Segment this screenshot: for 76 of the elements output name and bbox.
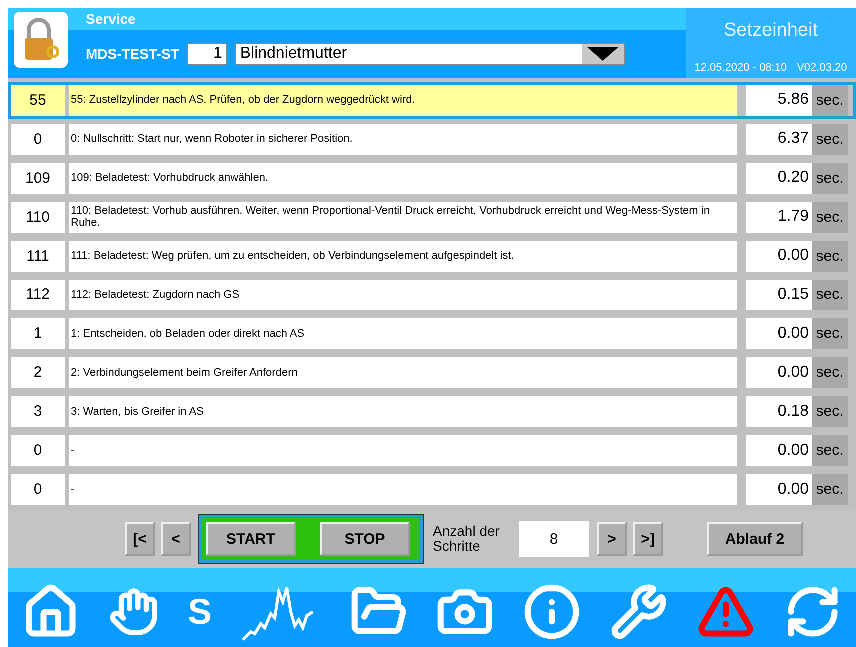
lock-key-icon bbox=[14, 12, 68, 68]
step-description: 0: Nullschritt: Start nur, wenn Roboter in sicherer Position. bbox=[69, 124, 737, 155]
sequence-button[interactable]: Ablauf 2 bbox=[707, 522, 803, 556]
step-time: 0.00 bbox=[746, 240, 812, 272]
step-description: 112: Beladetest: Zugdorn nach GS bbox=[69, 280, 737, 310]
step-number: 112 bbox=[11, 280, 65, 310]
hand-icon[interactable] bbox=[109, 586, 160, 636]
time-unit: sec. bbox=[812, 280, 848, 310]
step-number: 0 bbox=[11, 124, 65, 155]
time-unit: sec. bbox=[812, 318, 848, 350]
step-description: - bbox=[69, 435, 737, 466]
step-description: 55: Zustellzylinder nach AS. Prüfen, ob der Zugdorn weggedrückt wird. bbox=[69, 85, 737, 116]
time-unit: sec. bbox=[812, 85, 848, 116]
stop-button[interactable]: STOP bbox=[320, 522, 410, 556]
next-step-button[interactable]: > bbox=[597, 522, 627, 556]
step-row[interactable]: 0 - 0.00 sec. bbox=[8, 432, 856, 470]
time-unit: sec. bbox=[812, 240, 848, 272]
dropdown-arrow-icon bbox=[587, 47, 620, 61]
previous-step-button[interactable]: < bbox=[161, 522, 191, 556]
step-description: 110: Beladetest: Vorhub ausführen. Weiter, wenn Proportional-Ventil Druck erreicht, Vorhubdruck erreicht und Weg-Mess-System in Ruhe. bbox=[69, 202, 737, 233]
first-step-button[interactable]: [< bbox=[125, 522, 155, 556]
unit-title: Setzeinheit bbox=[724, 20, 818, 42]
version: V02.03.20 bbox=[797, 62, 848, 74]
step-number: 55 bbox=[11, 85, 65, 116]
step-description: - bbox=[69, 474, 737, 505]
last-step-button[interactable]: >] bbox=[633, 522, 663, 556]
step-description: 1: Entscheiden, ob Beladen oder direkt nach AS bbox=[69, 318, 737, 350]
step-number: 3 bbox=[11, 396, 65, 428]
time-unit: sec. bbox=[812, 357, 848, 388]
step-row[interactable]: 1 1: Entscheiden, ob Beladen oder direkt nach AS 0.00 sec. bbox=[8, 315, 856, 352]
time-unit: sec. bbox=[812, 435, 848, 466]
step-number: 110 bbox=[11, 202, 65, 233]
step-number: 0 bbox=[11, 435, 65, 466]
step-time: 0.20 bbox=[746, 162, 812, 194]
section-title: Service bbox=[86, 11, 136, 27]
wrench-icon[interactable] bbox=[610, 582, 668, 640]
time-unit: sec. bbox=[812, 396, 848, 428]
program-dropdown[interactable]: Blindnietmutter bbox=[235, 43, 626, 65]
step-time: 1.79 bbox=[746, 202, 812, 233]
step-row[interactable]: 112 112: Beladetest: Zugdorn nach GS 0.15 sec. bbox=[8, 276, 856, 314]
step-row[interactable]: 2 2: Verbindungselement beim Greifer Anfordern 0.00 sec. bbox=[8, 354, 856, 392]
step-description: 3: Warten, bis Greifer in AS bbox=[69, 396, 737, 428]
step-row[interactable]: 0 - 0.00 sec. bbox=[8, 471, 856, 508]
time-unit: sec. bbox=[812, 202, 848, 233]
steps-count-field[interactable]: 8 bbox=[519, 521, 589, 557]
step-description: 111: Beladetest: Weg prüfen, um zu entscheiden, ob Verbindungselement aufgespindelt ist. bbox=[69, 240, 737, 272]
step-row[interactable]: 3 3: Warten, bis Greifer in AS 0.18 sec. bbox=[8, 393, 856, 430]
step-time: 0.00 bbox=[746, 435, 812, 466]
step-time: 0.00 bbox=[746, 357, 812, 388]
step-row[interactable]: 109 109: Beladetest: Vorhubdruck anwählen. 0.20 sec. bbox=[8, 160, 856, 197]
step-time: 5.86 bbox=[746, 85, 812, 116]
step-number: 0 bbox=[11, 474, 65, 505]
step-row[interactable]: 0 0: Nullschritt: Start nur, wenn Roboter in sicherer Position. 6.37 sec. bbox=[8, 120, 856, 158]
step-number: 2 bbox=[11, 357, 65, 388]
date-time: 12.05.2020 - 08:10 bbox=[694, 62, 788, 74]
start-button[interactable]: START bbox=[206, 522, 296, 556]
step-description: 2: Verbindungselement beim Greifer Anfordern bbox=[69, 357, 737, 388]
step-time: 0.18 bbox=[746, 396, 812, 428]
machine-name: MDS-TEST-ST bbox=[86, 46, 180, 62]
step-row[interactable]: 110 110: Beladetest: Vorhub ausführen. Weiter, wenn Proportional-Ventil Druck erreicht, Vorhubdruck erreicht und Weg-Mess-System in Ruhe. 1.79 sec. bbox=[8, 198, 856, 236]
step-time: 0.00 bbox=[746, 474, 812, 505]
time-unit: sec. bbox=[812, 162, 848, 194]
step-number: 1 bbox=[11, 318, 65, 350]
step-description: 109: Beladetest: Vorhubdruck anwählen. bbox=[69, 162, 737, 194]
step-number: 109 bbox=[11, 162, 65, 194]
step-row[interactable]: 55 55: Zustellzylinder nach AS. Prüfen, ob der Zugdorn weggedrückt wird. 5.86 sec. bbox=[8, 82, 856, 119]
program-number-field[interactable]: 1 bbox=[187, 43, 228, 65]
time-unit: sec. bbox=[812, 474, 848, 505]
time-unit: sec. bbox=[812, 124, 848, 155]
step-row[interactable]: 111 111: Beladetest: Weg prüfen, um zu entscheiden, ob Verbindungselement aufgespindelt ist. 0.00 sec. bbox=[8, 238, 856, 275]
step-time: 6.37 bbox=[746, 124, 812, 155]
step-time: 0.15 bbox=[746, 280, 812, 310]
step-time: 0.00 bbox=[746, 318, 812, 350]
step-number: 111 bbox=[11, 240, 65, 272]
info-icon[interactable] bbox=[523, 582, 582, 640]
steps-count-label: Anzahl der Schritte bbox=[433, 524, 501, 554]
